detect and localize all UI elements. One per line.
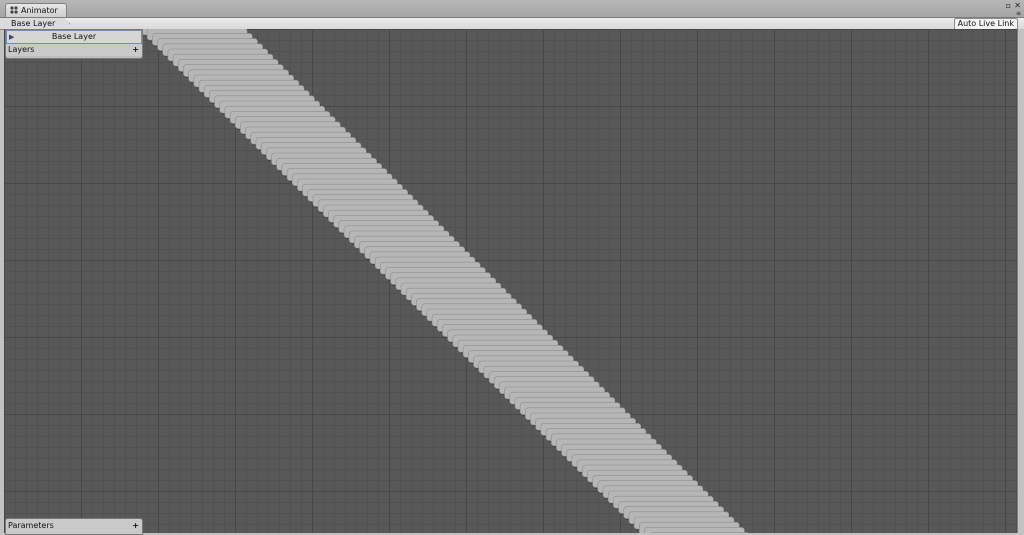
breadcrumb-base-layer: Base Layer — [11, 19, 55, 28]
parameters-panel: Parameters + — [5, 518, 143, 535]
right-scrollbar[interactable] — [1017, 29, 1024, 533]
maximize-icon[interactable]: ▫ — [1006, 2, 1011, 10]
state-node[interactable] — [644, 527, 745, 533]
tab-title: Animator — [21, 6, 58, 15]
plus-icon[interactable]: + — [132, 44, 139, 56]
animator-tab[interactable]: Animator — [5, 3, 67, 17]
state-machine-graph[interactable] — [4, 29, 1018, 533]
breadcrumb[interactable]: Base Layer — [0, 18, 70, 29]
animator-icon — [10, 6, 18, 16]
menu-icon[interactable]: ≡ — [1016, 10, 1021, 18]
plus-icon[interactable]: + — [132, 519, 139, 532]
layer-item-base-layer[interactable]: ▶ Base Layer — [6, 30, 142, 44]
auto-live-link-label: Auto Live Link — [958, 19, 1014, 28]
layers-panel: ▶ Base Layer Layers + — [5, 29, 143, 59]
parameters-title: Parameters — [8, 519, 54, 532]
triangle-right-icon[interactable]: ▶ — [9, 31, 14, 43]
layer-item-label: Base Layer — [52, 32, 96, 41]
close-icon[interactable]: ✕ — [1014, 2, 1021, 10]
layers-title: Layers — [8, 44, 34, 56]
window-tab-strip: Animator ▫ ✕ ≡ — [0, 0, 1024, 18]
layers-header: Layers + — [6, 44, 142, 56]
